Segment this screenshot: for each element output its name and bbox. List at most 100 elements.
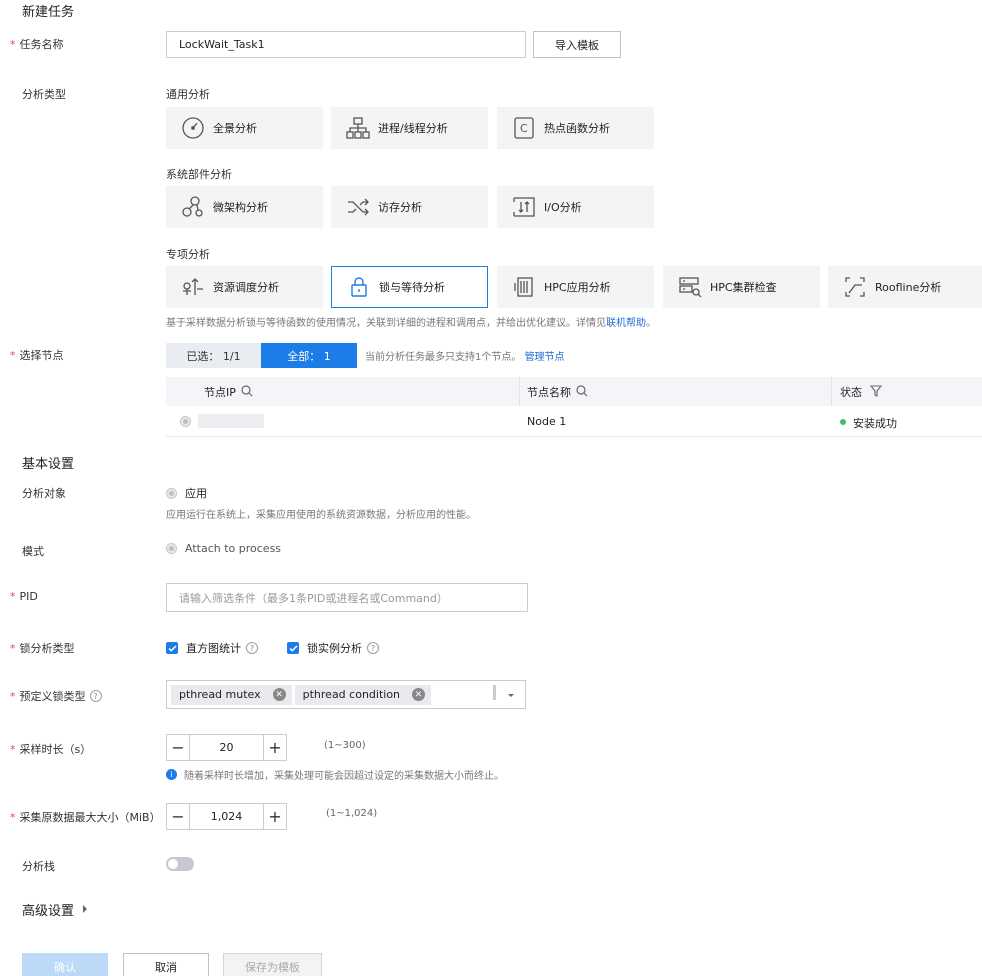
tag-label: pthread mutex [179,688,261,701]
tab-all-nodes[interactable]: 全部： 1 [261,343,357,368]
task-name-input[interactable]: LockWait_Task1 [166,31,526,58]
mode-attach-label: Attach to process [185,542,282,555]
close-icon[interactable]: ✕ [412,688,426,701]
manage-nodes-link[interactable]: 管理节点 [525,352,565,363]
duration-stepper: − 20 + [166,734,287,761]
card-hpc-app-analysis[interactable]: HPC应用分析 [497,266,654,308]
card-panorama-analysis[interactable]: 全景分析 [166,107,323,149]
histogram-label: 直方图统计 [186,642,241,655]
online-help-link[interactable]: 联机帮助 [606,318,646,329]
card-label: 热点函数分析 [544,122,610,135]
group-label-general: 通用分析 [166,88,210,101]
column-header-name: 节点名称 [527,384,588,400]
help-icon[interactable]: ? [89,690,102,702]
server-rack-icon [511,274,537,300]
card-process-thread-analysis[interactable]: 进程/线程分析 [331,107,488,149]
cancel-button[interactable]: 取消 [123,953,209,976]
scrollbar[interactable] [493,685,496,700]
svg-text:C: C [520,122,528,135]
tab-selected-nodes[interactable]: 已选： 1/1 [166,343,261,368]
plus-button[interactable]: + [263,803,287,830]
scheduling-icon [180,274,206,300]
card-label: Roofline分析 [875,281,942,294]
analysis-stack-label: 分析栈 [22,860,55,873]
help-icon[interactable]: ? [246,642,258,654]
target-app-radio[interactable] [166,487,177,499]
mode-attach-radio[interactable] [166,543,177,554]
import-template-button[interactable]: 导入模板 [533,31,621,58]
card-microarch-analysis[interactable]: 微架构分析 [166,186,323,228]
minus-button[interactable]: − [166,734,190,761]
card-label: HPC应用分析 [544,281,611,294]
chevron-down-icon[interactable] [507,689,515,702]
checkbox-checked-icon[interactable] [287,642,299,654]
hierarchy-icon [345,115,371,141]
caret-right-icon [82,902,88,917]
checkbox-checked-icon[interactable] [166,642,178,654]
column-label: 状态 [840,386,862,399]
analysis-description: 基于采样数据分析锁与等待函数的使用情况，关联到详细的进程和调用点，并给出优化建议… [166,318,656,329]
pid-placeholder: 请输入筛选条件（最多1条PID或进程名或Command） [179,591,448,605]
advanced-settings-title: 高级设置 [22,904,75,919]
card-label: 微架构分析 [213,201,268,214]
max-size-value[interactable]: 1,024 [190,803,263,830]
status-dot-icon [840,419,846,425]
column-divider [831,377,832,406]
table-row[interactable]: Node 1 安装成功 [166,406,982,437]
predefined-lock-select[interactable]: pthread mutex ✕ pthread condition ✕ [166,680,526,709]
io-arrows-icon [511,194,537,220]
mode-radio-group: Attach to process [166,542,281,555]
lock-type-histogram[interactable]: 直方图统计 ? [166,640,258,656]
group-label-special: 专项分析 [166,248,210,261]
tag-pthread-condition: pthread condition ✕ [294,684,432,705]
help-icon[interactable]: ? [367,642,379,654]
search-icon[interactable] [241,384,253,400]
shuffle-icon [345,194,371,220]
search-icon[interactable] [576,384,588,400]
analysis-target-radio-group: 应用 [166,485,207,501]
node-table: 节点IP 节点名称 状态 Node 1 安装成功 [166,377,982,437]
card-resource-scheduling-analysis[interactable]: 资源调度分析 [166,266,323,308]
card-hotspot-function-analysis[interactable]: C 热点函数分析 [497,107,654,149]
tag-label: pthread condition [302,688,401,701]
lock-icon [346,274,372,300]
instance-label: 锁实例分析 [307,642,362,655]
analysis-stack-toggle[interactable] [166,857,194,871]
page-title: 新建任务 [22,5,75,20]
card-label: I/O分析 [544,201,582,214]
group-label-system: 系统部件分析 [166,168,232,181]
tag-pthread-mutex: pthread mutex ✕ [171,684,292,705]
node-name: Node 1 [527,415,567,428]
advanced-settings-toggle[interactable]: 高级设置 [22,900,88,919]
card-io-analysis[interactable]: I/O分析 [497,186,654,228]
lock-type-instance[interactable]: 锁实例分析 ? [287,640,379,656]
duration-hint-text: 随着采样时长增加，采集处理可能会因超过设定的采集数据大小而终止。 [184,771,504,782]
node-ip-masked [198,414,264,428]
node-radio[interactable] [180,416,191,427]
card-label: 锁与等待分析 [379,281,445,294]
card-label: 访存分析 [378,201,422,214]
basic-settings-title: 基本设置 [22,457,75,472]
plus-button[interactable]: + [263,734,287,761]
node-limit-tip: 当前分析任务最多只支持1个节点。 管理节点 [365,352,565,363]
filter-icon[interactable] [869,384,883,400]
lock-type-label: * 锁分析类型 [10,642,75,655]
analysis-type-label: 分析类型 [22,88,66,101]
close-icon[interactable]: ✕ [272,688,286,701]
card-lock-wait-analysis[interactable]: 锁与等待分析 [331,266,488,308]
save-template-button[interactable]: 保存为模板 [223,953,322,976]
duration-value[interactable]: 20 [190,734,263,761]
card-roofline-analysis[interactable]: Roofline分析 [828,266,982,308]
column-label: 节点IP [204,386,236,399]
confirm-button[interactable]: 确认 [22,953,108,976]
column-divider [519,377,520,406]
column-header-status: 状态 [840,384,883,400]
card-memory-access-analysis[interactable]: 访存分析 [331,186,488,228]
card-hpc-cluster-check[interactable]: HPC集群检查 [663,266,820,308]
roofline-chart-icon [842,274,868,300]
pid-input[interactable]: 请输入筛选条件（最多1条PID或进程名或Command） [166,583,528,612]
predefined-lock-label: * 预定义锁类型? [10,688,102,704]
minus-button[interactable]: − [166,803,190,830]
code-c-icon: C [511,115,537,141]
mode-label: 模式 [22,545,44,558]
